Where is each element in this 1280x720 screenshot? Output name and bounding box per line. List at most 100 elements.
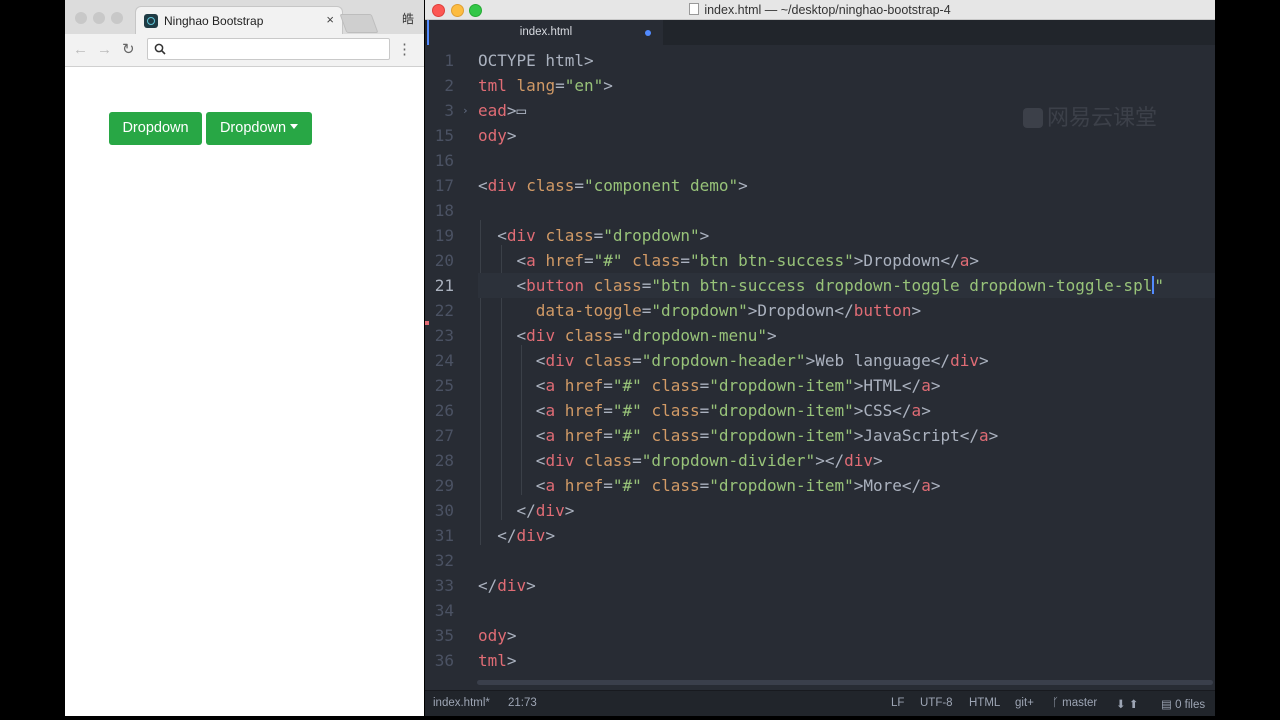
editor-tab[interactable]: index.html — [427, 20, 663, 45]
status-file[interactable]: index.html* — [433, 697, 490, 709]
status-branch[interactable]: ᚴ master — [1052, 697, 1097, 709]
code-text: tml> — [478, 648, 517, 673]
code-token: < — [478, 426, 546, 445]
horizontal-scrollbar[interactable] — [477, 680, 1213, 685]
line-number: 17 — [434, 176, 454, 195]
code-line[interactable]: 21 <button class="btn btn-success dropdo… — [425, 273, 1215, 298]
code-token: = — [632, 451, 642, 470]
code-editor[interactable]: 网易云课堂 1 OCTYPE html> 2 tml lang="en"> 3 › ead>… — [425, 45, 1215, 680]
code-token: < — [478, 326, 527, 345]
status-git[interactable]: git+ — [1015, 697, 1034, 709]
code-line[interactable]: 26 <a href="#" class="dropdown-item">CSS… — [425, 398, 1215, 423]
dropdown-toggle-button[interactable]: Dropdown — [206, 112, 312, 145]
code-token: > — [506, 101, 517, 120]
code-token: < — [478, 226, 507, 245]
code-token: "dropdown-divider" — [641, 451, 816, 470]
code-line[interactable]: 29 <a href="#" class="dropdown-item">Mor… — [425, 473, 1215, 498]
code-token: >Dropdown</ — [747, 301, 854, 320]
code-line[interactable]: 32 — [425, 548, 1215, 573]
code-token: class — [583, 451, 633, 470]
code-line[interactable]: 17 <div class="component demo"> — [425, 173, 1215, 198]
code-token: = — [632, 351, 642, 370]
dropdown-link-button[interactable]: Dropdown — [109, 112, 202, 145]
code-line[interactable]: 35 ody> — [425, 623, 1215, 648]
minimize-window-button[interactable] — [93, 12, 105, 24]
code-token: > — [699, 226, 710, 245]
code-token: > — [930, 476, 941, 495]
code-line[interactable]: 25 <a href="#" class="dropdown-item">HTM… — [425, 373, 1215, 398]
code-token: href — [545, 251, 584, 270]
browser-menu-icon[interactable]: ⋮ — [397, 40, 412, 58]
code-token: "btn btn-success dropdown-toggle dropdow… — [651, 276, 1153, 295]
code-line[interactable]: 31 </div> — [425, 523, 1215, 548]
code-text: <div class="component demo"> — [478, 173, 748, 198]
browser-tab[interactable]: Ninghao Bootstrap × — [135, 6, 343, 34]
line-number: 35 — [434, 626, 454, 645]
code-line[interactable]: 27 <a href="#" class="dropdown-item">Jav… — [425, 423, 1215, 448]
code-token: ead — [478, 101, 507, 120]
code-token: button — [853, 301, 912, 320]
code-token: = — [699, 401, 710, 420]
line-number: 19 — [434, 226, 454, 245]
code-line[interactable]: 36 tml> — [425, 648, 1215, 673]
code-token: < — [478, 451, 546, 470]
code-line[interactable]: 24 <div class="dropdown-header">Web lang… — [425, 348, 1215, 373]
profile-button[interactable]: 皓 — [402, 10, 414, 27]
status-files-label: 0 files — [1175, 699, 1206, 711]
code-line[interactable]: 2 tml lang="en"> — [425, 73, 1215, 98]
code-line[interactable]: 28 <div class="dropdown-divider"></div> — [425, 448, 1215, 473]
reload-icon[interactable]: ↻ — [122, 40, 135, 58]
code-token: > — [545, 526, 556, 545]
code-line[interactable]: 33 </div> — [425, 573, 1215, 598]
code-token: class — [651, 376, 700, 395]
status-files[interactable]: ▤ 0 files — [1161, 697, 1205, 711]
close-window-button[interactable] — [75, 12, 87, 24]
caret-down-icon — [290, 123, 299, 129]
code-token: a — [978, 426, 989, 445]
status-cursor-position[interactable]: 21:73 — [508, 697, 537, 709]
code-line[interactable]: 15 ody> — [425, 123, 1215, 148]
status-line-ending[interactable]: LF — [891, 697, 904, 709]
code-line[interactable]: 20 <a href="#" class="btn btn-success">D… — [425, 248, 1215, 273]
code-line[interactable]: 16 — [425, 148, 1215, 173]
forward-icon[interactable]: → — [97, 41, 112, 58]
code-line[interactable]: 23 <div class="dropdown-menu"> — [425, 323, 1215, 348]
code-text: <button class="btn btn-success dropdown-… — [478, 273, 1164, 298]
code-token: > — [978, 351, 989, 370]
code-text: <div class="dropdown"> — [478, 223, 709, 248]
close-tab-icon[interactable]: × — [326, 12, 334, 27]
code-token: button — [526, 276, 584, 295]
code-line[interactable]: 30 </div> — [425, 498, 1215, 523]
code-line[interactable]: 18 — [425, 198, 1215, 223]
new-tab-button[interactable] — [339, 14, 379, 33]
unsaved-indicator-icon[interactable] — [645, 30, 651, 36]
fold-arrow-icon[interactable]: › — [462, 98, 469, 123]
code-token: tml — [478, 76, 507, 95]
code-text: tml lang="en"> — [478, 73, 613, 98]
code-token: >HTML</ — [853, 376, 922, 395]
code-token: > — [969, 251, 979, 270]
code-line[interactable]: 34 — [425, 598, 1215, 623]
fetch-push-icon[interactable]: ⬇ ⬆ — [1116, 697, 1138, 711]
code-token: > — [738, 176, 748, 195]
code-line[interactable]: 22 data-toggle="dropdown">Dropdown</butt… — [425, 298, 1215, 323]
code-line[interactable]: 19 <div class="dropdown"> — [425, 223, 1215, 248]
code-line[interactable]: 3 › ead>▭ — [425, 98, 1215, 123]
code-token: a — [911, 401, 922, 420]
line-number: 32 — [434, 551, 454, 570]
code-token: = — [574, 176, 584, 195]
code-text: </div> — [478, 498, 575, 523]
address-bar[interactable] — [147, 38, 390, 60]
code-text: <div class="dropdown-divider"></div> — [478, 448, 883, 473]
status-grammar[interactable]: HTML — [969, 697, 1000, 709]
code-token: div — [526, 326, 556, 345]
maximize-window-button[interactable] — [111, 12, 123, 24]
status-encoding[interactable]: UTF-8 — [920, 697, 953, 709]
code-token: "dropdown-item" — [709, 426, 854, 445]
code-token: "component demo" — [584, 176, 739, 195]
back-icon[interactable]: ← — [73, 41, 88, 58]
code-line[interactable]: 1 OCTYPE html> — [425, 48, 1215, 73]
